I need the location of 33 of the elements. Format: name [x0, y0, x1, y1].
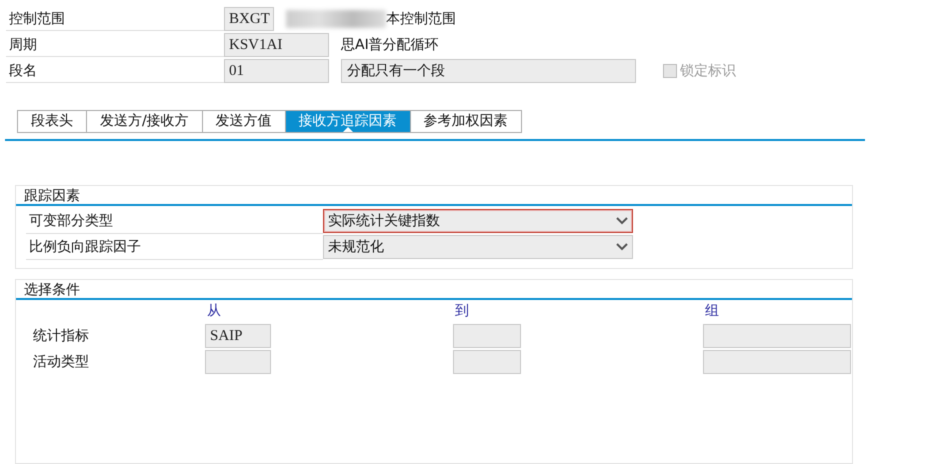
input-field[interactable]	[205, 350, 271, 374]
tab[interactable]: 参考加权因素	[410, 110, 522, 133]
value-field[interactable]: KSV1AI	[224, 32, 329, 56]
group-title: 选择条件	[16, 280, 852, 300]
input-field[interactable]	[703, 324, 851, 348]
value-field[interactable]: 01	[224, 58, 329, 82]
group-title: 跟踪因素	[16, 186, 852, 206]
field-label: 比例负向跟踪因子	[26, 234, 323, 260]
description-text: 本控制范围	[386, 10, 456, 28]
input-field[interactable]	[703, 350, 851, 374]
chevron-icon	[616, 217, 628, 225]
input-field[interactable]: SAIP	[205, 324, 271, 348]
tab[interactable]: 接收方追踪因素	[284, 110, 410, 133]
dropdown-field[interactable]: 实际统计关键指数	[323, 209, 633, 233]
field-label: 控制范围	[6, 6, 224, 30]
column-header: 组	[704, 302, 720, 321]
field-label: 活动类型	[33, 353, 90, 371]
field-label: 统计指标	[33, 327, 90, 345]
value-field[interactable]: BXGT	[224, 6, 274, 30]
input-field[interactable]	[453, 324, 521, 348]
tab[interactable]: 发送方值	[202, 110, 285, 133]
dropdown-field[interactable]: 未规范化	[323, 235, 633, 259]
field-label: 可变部分类型	[26, 208, 323, 234]
column-header: 从	[206, 302, 222, 321]
tab[interactable]: 发送方/接收方	[86, 110, 202, 133]
column-header: 到	[454, 302, 470, 321]
chevron-icon	[616, 243, 628, 251]
input-field[interactable]	[453, 350, 521, 374]
field-label: 段名	[6, 58, 224, 82]
field-label: 周期	[6, 32, 224, 56]
description-field[interactable]: 分配只有一个段	[341, 58, 636, 82]
tab[interactable]: 段表头	[17, 110, 86, 133]
description-text: 思AI普分配循环	[341, 36, 439, 54]
